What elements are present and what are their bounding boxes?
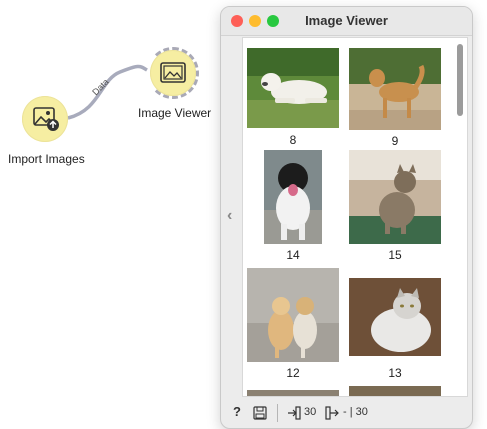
thumbnail-label: 13	[388, 366, 402, 380]
output-count: - | 30	[343, 406, 368, 418]
thumbnail-item[interactable]: 14	[247, 150, 339, 262]
import-images-widget[interactable]	[22, 96, 82, 156]
thumbnail-item[interactable]: 12	[247, 268, 339, 380]
thumbnail-item[interactable]	[247, 390, 339, 396]
input-icon	[288, 406, 301, 420]
import-images-label: Import Images	[8, 152, 85, 166]
dog-image	[247, 48, 339, 128]
divider	[277, 404, 278, 422]
titlebar[interactable]: Image Viewer	[221, 7, 472, 36]
image-viewer-window: Image Viewer ‹ 8 9 14 15 12 13 ? 30 - | …	[220, 6, 473, 429]
window-title: Image Viewer	[305, 13, 388, 28]
thumbnail-item[interactable]: 15	[349, 150, 441, 262]
image-viewer-label: Image Viewer	[138, 106, 212, 120]
image-viewer-icon	[160, 62, 186, 83]
thumbnail-label: 9	[391, 134, 399, 148]
thumbnail-label: 15	[388, 248, 402, 262]
save-icon[interactable]	[253, 406, 267, 420]
thumbnail-item[interactable]: 8	[247, 48, 339, 147]
thumbnail-label: 12	[286, 366, 300, 380]
cat-image	[349, 150, 441, 244]
dog-image	[349, 48, 441, 130]
dog-image	[264, 150, 322, 244]
output-icon	[325, 406, 339, 420]
thumbnail-item[interactable]: 13	[349, 278, 441, 380]
image-viewer-widget[interactable]	[147, 47, 210, 110]
image-grid[interactable]: 8 9 14 15 12 13	[242, 37, 468, 397]
thumbnail-item[interactable]: 9	[349, 48, 441, 148]
scrollbar-thumb[interactable]	[457, 44, 463, 116]
statusbar: ? 30 - | 30	[221, 399, 472, 427]
cat-image	[247, 268, 339, 362]
input-count: 30	[304, 406, 317, 418]
thumbnail-label: 8	[289, 133, 297, 147]
thumbnail-label: 14	[286, 248, 300, 262]
chevron-left-icon[interactable]: ‹	[227, 207, 232, 225]
import-images-icon	[33, 107, 59, 131]
cat-image	[349, 278, 441, 356]
thumbnail-item[interactable]	[349, 386, 441, 396]
help-icon[interactable]: ?	[233, 404, 241, 419]
